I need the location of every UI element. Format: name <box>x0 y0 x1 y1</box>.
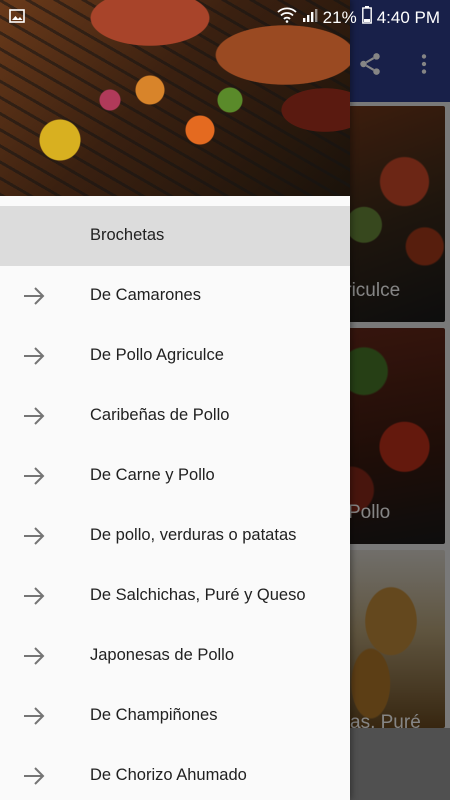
battery-percent: 21% <box>322 7 357 27</box>
arrow-right-icon <box>22 465 46 487</box>
menu-item-de-carne-y-pollo[interactable]: De Carne y Pollo <box>0 446 350 506</box>
menu-item-de-chorizo-ahumado[interactable]: De Chorizo Ahumado <box>0 746 350 800</box>
menu-item-label: De Pollo Agriculce <box>90 346 224 364</box>
screen: Agriculce Pollo as, Puré Brochetas De Ca… <box>0 0 450 800</box>
menu-item-label: De Champiñones <box>90 706 218 724</box>
menu-item-label: De Chorizo Ahumado <box>90 766 247 784</box>
clock: 4:40 PM <box>376 7 440 27</box>
menu-item-label: De pollo, verduras o patatas <box>90 526 297 544</box>
navigation-drawer: Brochetas De Camarones De Pollo Agriculc… <box>0 0 350 800</box>
arrow-right-icon <box>22 345 46 367</box>
menu-item-de-champinones[interactable]: De Champiñones <box>0 686 350 746</box>
status-icons: 21% 4:40 PM <box>277 6 440 29</box>
menu-item-caribenas-de-pollo[interactable]: Caribeñas de Pollo <box>0 386 350 446</box>
image-notification-icon <box>9 8 25 28</box>
arrow-right-icon <box>22 585 46 607</box>
signal-icon <box>302 7 318 28</box>
menu-item-label: Brochetas <box>90 226 165 244</box>
menu-item-brochetas[interactable]: Brochetas <box>0 206 350 266</box>
status-bar: 21% 4:40 PM <box>0 0 450 32</box>
menu-item-de-salchichas-pure-y-queso[interactable]: De Salchichas, Puré y Queso <box>0 566 350 626</box>
arrow-right-icon <box>22 525 46 547</box>
menu-item-label: De Salchichas, Puré y Queso <box>90 586 306 604</box>
arrow-right-icon <box>22 645 46 667</box>
menu-item-de-pollo-verduras-o-patatas[interactable]: De pollo, verduras o patatas <box>0 506 350 566</box>
wifi-icon <box>277 7 297 28</box>
arrow-right-icon <box>22 405 46 427</box>
arrow-right-icon <box>22 705 46 727</box>
menu-item-label: Caribeñas de Pollo <box>90 406 230 424</box>
arrow-right-icon <box>22 285 46 307</box>
arrow-right-icon <box>22 765 46 787</box>
menu-item-japonesas-de-pollo[interactable]: Japonesas de Pollo <box>0 626 350 686</box>
menu-item-de-camarones[interactable]: De Camarones <box>0 266 350 326</box>
menu-item-label: Japonesas de Pollo <box>90 646 235 664</box>
menu-item-label: De Carne y Pollo <box>90 466 215 484</box>
menu-item-de-pollo-agriculce[interactable]: De Pollo Agriculce <box>0 326 350 386</box>
battery-icon <box>361 6 372 29</box>
menu-item-label: De Camarones <box>90 286 201 304</box>
